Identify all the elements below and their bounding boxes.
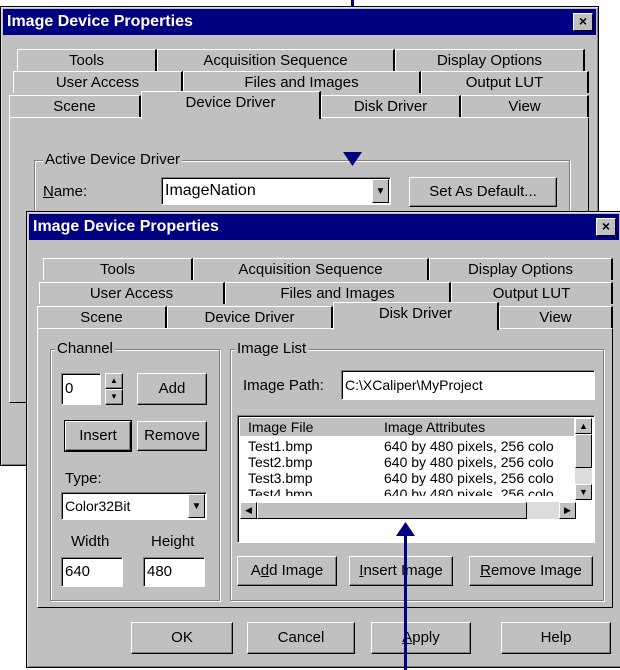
- row-file: Test3.bmp: [248, 470, 313, 486]
- remove-image-button[interactable]: Remove Image: [469, 556, 593, 586]
- chevron-down-icon[interactable]: ▼: [188, 494, 205, 518]
- help-button[interactable]: Help: [501, 622, 611, 654]
- back-active-driver-label: Active Device Driver: [43, 151, 183, 169]
- back-tab-acquisition[interactable]: Acquisition Sequence: [157, 49, 395, 71]
- channel-add-button[interactable]: Add: [137, 373, 207, 405]
- image-path-label: Image Path:: [243, 377, 324, 394]
- row-file: Test4.bmp: [248, 486, 313, 496]
- front-tab-device-driver[interactable]: Device Driver: [167, 306, 333, 328]
- image-list-header: Image File Image Attributes: [240, 418, 574, 436]
- back-name-label: Name:: [43, 183, 88, 200]
- apply-button[interactable]: Apply: [371, 622, 471, 654]
- front-tab-display-options[interactable]: Display Options: [429, 258, 613, 280]
- back-name-select[interactable]: ImageNation ▼: [161, 177, 391, 205]
- back-close-button[interactable]: ×: [573, 13, 593, 31]
- front-dialog: Image Device Properties × Tools Acquisit…: [26, 211, 620, 668]
- channel-height-label: Height: [151, 533, 195, 550]
- image-list-table[interactable]: Image File Image Attributes Test1.bmp 640…: [237, 415, 595, 543]
- front-tab-output-lut[interactable]: Output LUT: [451, 282, 613, 304]
- channel-height-field[interactable]: 480: [143, 557, 205, 587]
- table-row[interactable]: Test4.bmp 640 by 480 pixels, 256 colo: [248, 486, 572, 496]
- row-file: Test1.bmp: [248, 438, 313, 454]
- front-tab-files-images[interactable]: Files and Images: [225, 282, 451, 304]
- back-title: Image Device Properties: [7, 13, 193, 30]
- image-list-group-label: Image List: [235, 340, 309, 358]
- channel-group-label: Channel: [55, 340, 115, 358]
- front-title: Image Device Properties: [33, 218, 219, 235]
- back-set-default-button[interactable]: Set As Default...: [409, 177, 557, 207]
- image-path-field[interactable]: C:\XCaliper\MyProject: [341, 370, 595, 400]
- channel-width-label: Width: [71, 533, 110, 550]
- front-tab-tools[interactable]: Tools: [43, 258, 193, 280]
- channel-type-select[interactable]: Color32Bit ▼: [61, 492, 207, 520]
- front-tab-user-access[interactable]: User Access: [39, 282, 225, 304]
- horizontal-scrollbar[interactable]: ◀ ▶: [240, 502, 576, 519]
- row-file: Test2.bmp: [248, 454, 313, 470]
- back-tab-user-access[interactable]: User Access: [13, 71, 183, 93]
- back-tab-files-images[interactable]: Files and Images: [183, 71, 421, 93]
- back-tab-view[interactable]: View: [461, 95, 589, 117]
- scroll-thumb[interactable]: [575, 434, 592, 468]
- back-title-bar[interactable]: Image Device Properties ×: [3, 9, 596, 35]
- insert-image-button[interactable]: Insert Image: [349, 556, 453, 586]
- chevron-down-icon[interactable]: ▼: [372, 179, 389, 203]
- table-row[interactable]: Test2.bmp 640 by 480 pixels, 256 colo: [248, 454, 572, 470]
- back-tab-tools[interactable]: Tools: [17, 49, 157, 71]
- back-tab-disk-driver[interactable]: Disk Driver: [321, 95, 461, 117]
- scroll-thumb-h[interactable]: [257, 502, 527, 519]
- col-image-attributes[interactable]: Image Attributes: [384, 418, 485, 436]
- channel-insert-button[interactable]: Insert: [64, 420, 132, 452]
- table-row[interactable]: Test1.bmp 640 by 480 pixels, 256 colo: [248, 438, 572, 454]
- row-attr: 640 by 480 pixels, 256 colo: [384, 470, 554, 486]
- back-tab-scene[interactable]: Scene: [9, 95, 141, 117]
- channel-spin-up[interactable]: ▲: [105, 373, 123, 389]
- channel-remove-button[interactable]: Remove: [137, 421, 207, 451]
- row-attr: 640 by 480 pixels, 256 colo: [384, 438, 554, 454]
- channel-number-field[interactable]: 0: [61, 373, 101, 405]
- front-tab-acquisition[interactable]: Acquisition Sequence: [193, 258, 429, 280]
- front-close-button[interactable]: ×: [596, 218, 616, 236]
- back-tab-display-options[interactable]: Display Options: [395, 49, 585, 71]
- pointer-line-bottom: [404, 530, 407, 670]
- scroll-up-icon[interactable]: ▲: [575, 418, 592, 434]
- channel-spin-down[interactable]: ▼: [105, 389, 123, 405]
- vertical-scrollbar[interactable]: ▲ ▼: [575, 418, 592, 500]
- ok-button[interactable]: OK: [131, 622, 233, 654]
- row-attr: 640 by 480 pixels, 256 colo: [384, 454, 554, 470]
- row-attr: 640 by 480 pixels, 256 colo: [384, 486, 554, 496]
- arrow-head-bottom-icon: [396, 522, 415, 536]
- channel-type-label: Type:: [65, 470, 102, 487]
- scroll-left-icon[interactable]: ◀: [240, 502, 257, 519]
- arrow-head-top-icon: [343, 152, 362, 166]
- front-tab-scene[interactable]: Scene: [37, 306, 167, 328]
- scroll-down-icon[interactable]: ▼: [575, 484, 592, 500]
- back-tab-device-driver[interactable]: Device Driver: [141, 91, 321, 119]
- cancel-button[interactable]: Cancel: [247, 622, 355, 654]
- front-title-bar[interactable]: Image Device Properties ×: [29, 214, 619, 240]
- back-name-value: ImageNation: [165, 182, 256, 199]
- table-row[interactable]: Test3.bmp 640 by 480 pixels, 256 colo: [248, 470, 572, 486]
- add-image-button[interactable]: Add Image: [237, 556, 337, 586]
- scroll-right-icon[interactable]: ▶: [559, 502, 576, 519]
- col-image-file[interactable]: Image File: [248, 418, 313, 436]
- front-tab-disk-driver[interactable]: Disk Driver: [333, 302, 499, 330]
- front-tab-view[interactable]: View: [499, 306, 613, 328]
- channel-width-field[interactable]: 640: [61, 557, 123, 587]
- back-tab-output-lut[interactable]: Output LUT: [421, 71, 589, 93]
- channel-type-value: Color32Bit: [65, 498, 131, 514]
